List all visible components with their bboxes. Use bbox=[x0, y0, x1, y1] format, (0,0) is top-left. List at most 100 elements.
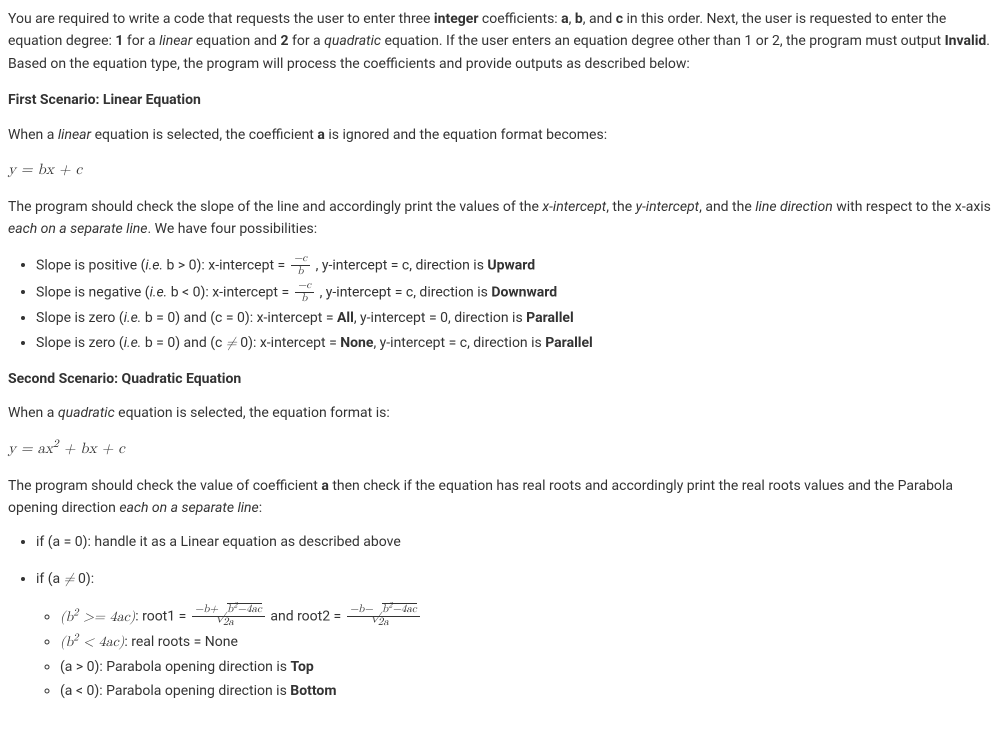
sqrt-icon bbox=[218, 604, 227, 615]
scenario2-heading: Second Scenario: Quadratic Equation bbox=[8, 368, 995, 390]
text: You are required to write a code that re… bbox=[8, 11, 434, 27]
list-item: (a < 0): Parabola opening direction is B… bbox=[60, 680, 995, 702]
all: All bbox=[337, 310, 354, 326]
text: When a bbox=[8, 127, 58, 143]
text: , y-intercept = c, direction is bbox=[312, 257, 487, 273]
list-item: if (a ≠ 0): bbox=[36, 568, 995, 590]
condition: (b2 < 4ac) bbox=[60, 635, 124, 649]
root1-fraction: −b+ b2−4ac 2a bbox=[192, 604, 265, 629]
root2-fraction: −b−b2−4ac2a bbox=[347, 604, 420, 629]
line-direction: line direction bbox=[755, 199, 832, 215]
neq: ≠ bbox=[226, 336, 237, 350]
text: , y-intercept = c, direction is bbox=[373, 335, 545, 351]
eq-part: + bx + c bbox=[59, 441, 125, 456]
text: When a bbox=[8, 405, 58, 421]
word-quadratic: quadratic bbox=[58, 405, 115, 421]
coef-c: c bbox=[616, 11, 623, 27]
text: for a bbox=[289, 33, 325, 49]
scenario1-heading: First Scenario: Linear Equation bbox=[8, 89, 995, 111]
text: Slope is negative ( bbox=[36, 284, 150, 300]
text: b = 0) and (c bbox=[141, 335, 226, 351]
scenario1-p1: When a linear equation is selected, the … bbox=[8, 124, 995, 146]
text: (b bbox=[60, 610, 73, 624]
text: equation. If the user enters an equation… bbox=[381, 33, 945, 49]
text: : bbox=[259, 500, 262, 516]
sqrt: b2−4ac bbox=[218, 603, 262, 615]
text: 0): bbox=[75, 571, 95, 587]
list-item: Slope is zero (i.e. b = 0) and (c = 0): … bbox=[36, 307, 995, 329]
word-integer: integer bbox=[434, 11, 479, 27]
y-intercept: y-intercept bbox=[636, 199, 699, 215]
scenario2-inner-bullets: (b2 >= 4ac): root1 = −b+ b2−4ac 2a and roo… bbox=[60, 604, 995, 702]
word-invalid: Invalid bbox=[945, 33, 987, 49]
sqrt-content: b2−4ac bbox=[382, 603, 417, 615]
text: b = 0) and (c = 0): x-intercept = bbox=[141, 310, 337, 326]
denominator: b bbox=[291, 266, 310, 278]
text: coefficients: bbox=[478, 11, 561, 27]
condition: (b2 >= 4ac) bbox=[60, 610, 135, 624]
direction: Upward bbox=[487, 257, 535, 273]
scenario1-p2: The program should check the slope of th… bbox=[8, 196, 995, 241]
text: is ignored and the equation format becom… bbox=[325, 127, 607, 143]
text: −4ac bbox=[237, 604, 261, 615]
sqrt-icon bbox=[373, 604, 382, 615]
text: : real roots = None bbox=[124, 634, 238, 650]
text: if (a bbox=[36, 571, 64, 587]
text: −4ac bbox=[392, 604, 416, 615]
quadratic-equation: y = ax2 + bx + c bbox=[8, 437, 995, 461]
ie: i.e. bbox=[150, 284, 168, 300]
list-item: Slope is positive (i.e. b > 0): x-interc… bbox=[36, 253, 995, 278]
coef-a: a bbox=[317, 127, 325, 143]
text: , and bbox=[583, 11, 616, 27]
numerator: −b+ b2−4ac bbox=[192, 604, 265, 617]
direction: Downward bbox=[491, 284, 557, 300]
text: −b+ bbox=[195, 604, 218, 615]
fraction: −cb bbox=[295, 280, 314, 305]
coef-a: a bbox=[321, 478, 329, 494]
direction: Parallel bbox=[526, 310, 574, 326]
list-item: if (a = 0): handle it as a Linear equati… bbox=[36, 531, 995, 553]
text: < 4ac) bbox=[78, 635, 124, 649]
coef-a: a bbox=[561, 11, 569, 27]
direction: Bottom bbox=[290, 683, 336, 699]
ie: i.e. bbox=[124, 335, 142, 351]
each-separate-line: each on a separate line bbox=[8, 221, 147, 237]
direction: Parallel bbox=[545, 335, 593, 351]
word-quadratic: quadratic bbox=[324, 33, 381, 49]
text: . We have four possibilities: bbox=[147, 221, 317, 237]
text: , and the bbox=[699, 199, 755, 215]
none: None bbox=[340, 335, 373, 351]
text: and root2 = bbox=[267, 609, 345, 625]
text: equation and bbox=[192, 33, 280, 49]
word-linear: linear bbox=[58, 127, 91, 143]
text: b > 0): x-intercept = bbox=[163, 257, 289, 273]
text: , y-intercept = c, direction is bbox=[316, 284, 491, 300]
fraction: −cb bbox=[291, 253, 310, 278]
list-item-roots: (b2 >= 4ac): root1 = −b+ b2−4ac 2a and roo… bbox=[60, 604, 995, 629]
each-separate-line: each on a separate line bbox=[119, 500, 258, 516]
numerator: −c bbox=[295, 280, 314, 293]
document-content: You are required to write a code that re… bbox=[8, 8, 995, 703]
eq-part: y = ax bbox=[8, 441, 53, 456]
text: 0): x-intercept = bbox=[237, 335, 340, 351]
text: −b− bbox=[350, 604, 373, 615]
text: , the bbox=[606, 199, 635, 215]
word-linear: linear bbox=[159, 33, 192, 49]
x-intercept: x-intercept bbox=[542, 199, 606, 215]
coef-b: b bbox=[575, 11, 583, 27]
text: (b bbox=[60, 635, 73, 649]
text: : root1 = bbox=[135, 609, 190, 625]
scenario2-p2: The program should check the value of co… bbox=[8, 475, 995, 520]
list-item: (a > 0): Parabola opening direction is T… bbox=[60, 656, 995, 678]
scenario2-p1: When a quadratic equation is selected, t… bbox=[8, 402, 995, 424]
text: with respect to the x-axis bbox=[833, 199, 991, 215]
denominator: 2a bbox=[192, 617, 265, 629]
sqrt: b2−4ac bbox=[373, 603, 417, 615]
text: equation is selected, the coefficient bbox=[91, 127, 317, 143]
list-item: Slope is zero (i.e. b = 0) and (c ≠ 0): … bbox=[36, 332, 995, 354]
sqrt-content: b2−4ac bbox=[227, 603, 262, 615]
denominator: b bbox=[295, 293, 314, 305]
list-item: Slope is negative (i.e. b < 0): x-interc… bbox=[36, 280, 995, 305]
ie: i.e. bbox=[145, 257, 163, 273]
intro-paragraph: You are required to write a code that re… bbox=[8, 8, 995, 75]
